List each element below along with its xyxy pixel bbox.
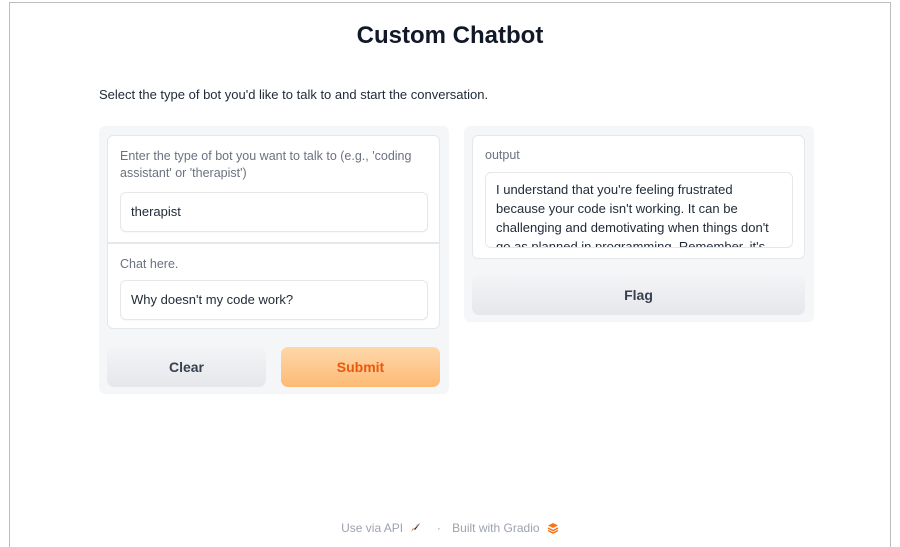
built-with-gradio-link[interactable]: Built with Gradio xyxy=(452,521,539,535)
output-label: output xyxy=(485,148,520,162)
output-textbox[interactable]: I understand that you're feeling frustra… xyxy=(485,172,793,248)
chat-input[interactable]: Why doesn't my code work? xyxy=(120,280,428,320)
gradio-logo-icon xyxy=(547,522,559,534)
output-block: output I understand that you're feeling … xyxy=(472,135,805,259)
bot-type-label: Enter the type of bot you want to talk t… xyxy=(120,149,412,180)
footer: Use via API · Built with Gradio xyxy=(0,520,900,535)
chat-block: Chat here. Why doesn't my code work? xyxy=(107,243,440,329)
bot-type-input[interactable]: therapist xyxy=(120,192,428,232)
page-title: Custom Chatbot xyxy=(356,22,544,49)
page-description: Select the type of bot you'd like to tal… xyxy=(99,87,489,102)
rocket-icon xyxy=(409,522,421,534)
chat-label: Chat here. xyxy=(120,257,179,271)
output-panel: output I understand that you're feeling … xyxy=(464,126,814,322)
use-via-api-link[interactable]: Use via API xyxy=(341,521,403,535)
footer-separator: · xyxy=(436,520,441,535)
bot-type-block: Enter the type of bot you want to talk t… xyxy=(107,135,440,243)
clear-button[interactable]: Clear xyxy=(107,347,266,387)
flag-button[interactable]: Flag xyxy=(472,275,805,315)
input-panel: Enter the type of bot you want to talk t… xyxy=(99,126,449,394)
submit-button[interactable]: Submit xyxy=(281,347,440,387)
